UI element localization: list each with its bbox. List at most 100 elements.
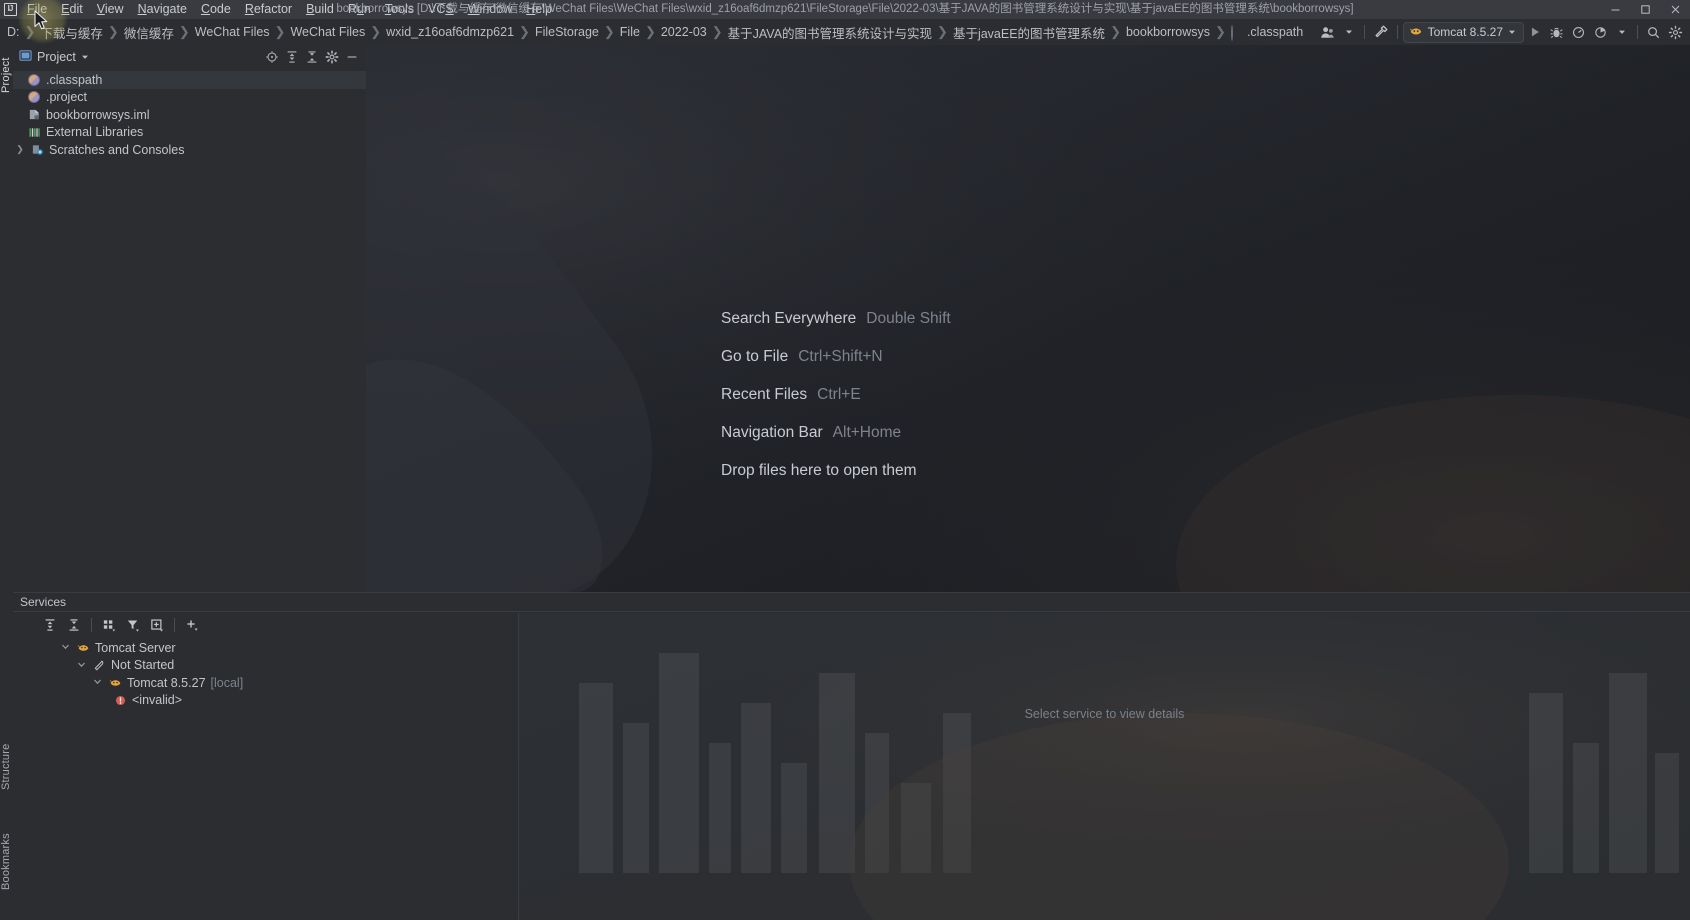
menu-build[interactable]: Build	[299, 0, 341, 19]
minimize-button[interactable]	[1600, 0, 1630, 19]
breadcrumb-separator: ❯	[937, 24, 948, 39]
chevron-down-icon[interactable]	[75, 660, 87, 671]
coverage-icon[interactable]	[1590, 22, 1611, 42]
build-hammer-icon[interactable]	[1370, 22, 1392, 42]
add-service-icon[interactable]	[181, 615, 203, 635]
tree-item-classpath[interactable]: .classpath	[13, 71, 366, 89]
breadcrumb-item-7[interactable]: File	[616, 24, 644, 40]
breadcrumb-item-1[interactable]: 下载与缓存	[36, 22, 107, 43]
menu-help[interactable]: Help	[519, 0, 559, 19]
tomcat-icon	[1409, 24, 1423, 41]
hint-recent-files: Recent Files Ctrl+E	[721, 386, 951, 404]
breadcrumb-item-9[interactable]: 基于JAVA的图书管理系统设计与实现	[724, 22, 936, 43]
filter-icon[interactable]	[122, 615, 144, 635]
account-chevron-down-icon[interactable]	[1339, 22, 1359, 42]
navigation-bar: D: ❯ 下载与缓存 ❯ 微信缓存 ❯ WeChat Files ❯ WeCha…	[0, 19, 1690, 45]
menu-view[interactable]: View	[90, 0, 131, 19]
tool-window-button-project[interactable]: Project	[0, 47, 13, 103]
services-toolbar	[13, 613, 518, 637]
hint-search-everywhere: Search Everywhere Double Shift	[721, 310, 951, 328]
breadcrumb-item-6[interactable]: FileStorage	[531, 24, 603, 40]
hint-shortcut: Ctrl+E	[817, 386, 861, 403]
breadcrumb-item-4[interactable]: WeChat Files	[286, 24, 369, 40]
classpath-file-icon	[1230, 25, 1243, 41]
menu-tools[interactable]: Tools	[378, 0, 421, 19]
toolbar-divider	[1396, 25, 1398, 39]
tree-item-label: External Libraries	[46, 125, 144, 140]
group-by-icon[interactable]	[98, 615, 120, 635]
close-button[interactable]	[1660, 0, 1690, 19]
breadcrumb-label: 微信缓存	[123, 26, 174, 41]
services-tool-window: Services Tomcat Server Not Started Tomca…	[13, 592, 1690, 920]
tree-item-scratches-and-consoles[interactable]: ❯ Scratches and Consoles	[13, 141, 366, 159]
services-panel-title: Services	[13, 593, 1690, 612]
menu-run[interactable]: Run	[341, 0, 378, 19]
breadcrumb-item-10[interactable]: 基于javaEE的图书管理系统	[949, 22, 1109, 43]
breadcrumb-item-8[interactable]: 2022-03	[657, 24, 711, 40]
not-started-icon	[92, 658, 106, 672]
service-node-invalid[interactable]: <invalid>	[13, 692, 518, 710]
breadcrumb-item-5[interactable]: wxid_z16oaf6dmzp621	[382, 24, 518, 40]
menu-refactor[interactable]: Refactor	[238, 0, 299, 19]
service-node-not-started[interactable]: Not Started	[13, 657, 518, 675]
expand-all-icon[interactable]	[39, 615, 61, 635]
services-tree: Tomcat Server Not Started Tomcat 8.5.27 …	[13, 637, 518, 709]
menu-code[interactable]: Code	[194, 0, 238, 19]
run-icon[interactable]	[1525, 22, 1545, 42]
search-icon[interactable]	[1643, 22, 1664, 42]
breadcrumb-item-11[interactable]: bookborrowsys	[1122, 24, 1214, 40]
menu-edit[interactable]: Edit	[54, 0, 90, 19]
toolbar-divider	[174, 618, 175, 632]
menu-navigate[interactable]: Navigate	[131, 0, 194, 19]
breadcrumb-item-2[interactable]: 微信缓存	[120, 22, 178, 43]
select-opened-file-icon[interactable]	[262, 47, 282, 67]
toolbar-divider	[1637, 25, 1638, 39]
background-artwork-bottom	[519, 613, 1690, 920]
more-run-options-chevron-down-icon[interactable]	[1612, 22, 1632, 42]
background-artwork	[366, 45, 1690, 592]
chevron-right-icon[interactable]: ❯	[15, 144, 25, 155]
settings-icon[interactable]	[1665, 22, 1686, 42]
tree-item-label: bookborrowsys.iml	[46, 107, 150, 122]
breadcrumb-item-3[interactable]: WeChat Files	[191, 24, 274, 40]
breadcrumb-separator: ❯	[370, 24, 382, 39]
chevron-down-icon[interactable]	[91, 677, 103, 688]
hide-icon[interactable]	[342, 47, 362, 67]
service-node-label: Not Started	[111, 658, 175, 673]
service-node-tomcat-server[interactable]: Tomcat Server	[13, 639, 518, 657]
tree-item-external-libraries[interactable]: External Libraries	[13, 124, 366, 142]
breadcrumb-separator: ❯	[274, 24, 286, 39]
breadcrumb-label: WeChat Files	[290, 25, 366, 39]
profile-icon[interactable]	[1568, 22, 1589, 42]
project-panel-title[interactable]: Project	[19, 49, 89, 65]
menu-window[interactable]: Window	[461, 0, 519, 19]
tool-window-button-bookmarks[interactable]: Bookmarks	[0, 824, 13, 900]
intellij-idea-logo: IJ	[0, 0, 20, 19]
expand-all-icon[interactable]	[282, 47, 302, 67]
settings-gear-icon[interactable]	[322, 47, 342, 67]
maximize-button[interactable]	[1630, 0, 1660, 19]
breadcrumb-separator: ❯	[603, 24, 615, 39]
tree-item-iml[interactable]: bookborrowsys.iml	[13, 106, 366, 124]
tree-item-project[interactable]: .project	[13, 89, 366, 107]
chevron-down-icon[interactable]	[81, 50, 89, 64]
chevron-down-icon[interactable]	[59, 642, 71, 653]
debug-icon[interactable]	[1546, 22, 1567, 42]
editor-empty-area[interactable]: Search Everywhere Double Shift Go to Fil…	[366, 45, 1690, 592]
run-configuration-selector[interactable]: Tomcat 8.5.27	[1402, 21, 1524, 43]
account-icon[interactable]	[1317, 22, 1338, 42]
breadcrumb-item-12[interactable]: .classpath	[1227, 24, 1307, 41]
menu-vcs[interactable]: VCS	[421, 0, 461, 19]
show-in-new-tab-icon[interactable]	[146, 615, 168, 635]
tree-item-label: .classpath	[46, 72, 103, 87]
collapse-all-icon[interactable]	[63, 615, 85, 635]
hint-shortcut: Double Shift	[866, 310, 951, 327]
menu-file[interactable]: File	[20, 0, 54, 19]
service-node-tomcat-local[interactable]: Tomcat 8.5.27 [local]	[13, 674, 518, 692]
collapse-all-icon[interactable]	[302, 47, 322, 67]
tool-window-button-structure[interactable]: Structure	[0, 734, 13, 800]
left-tool-strip: Project Structure Bookmarks	[0, 45, 13, 920]
hint-go-to-file: Go to File Ctrl+Shift+N	[721, 348, 951, 366]
breadcrumb-item-0[interactable]: D:	[3, 24, 24, 40]
window-controls	[1600, 0, 1690, 19]
